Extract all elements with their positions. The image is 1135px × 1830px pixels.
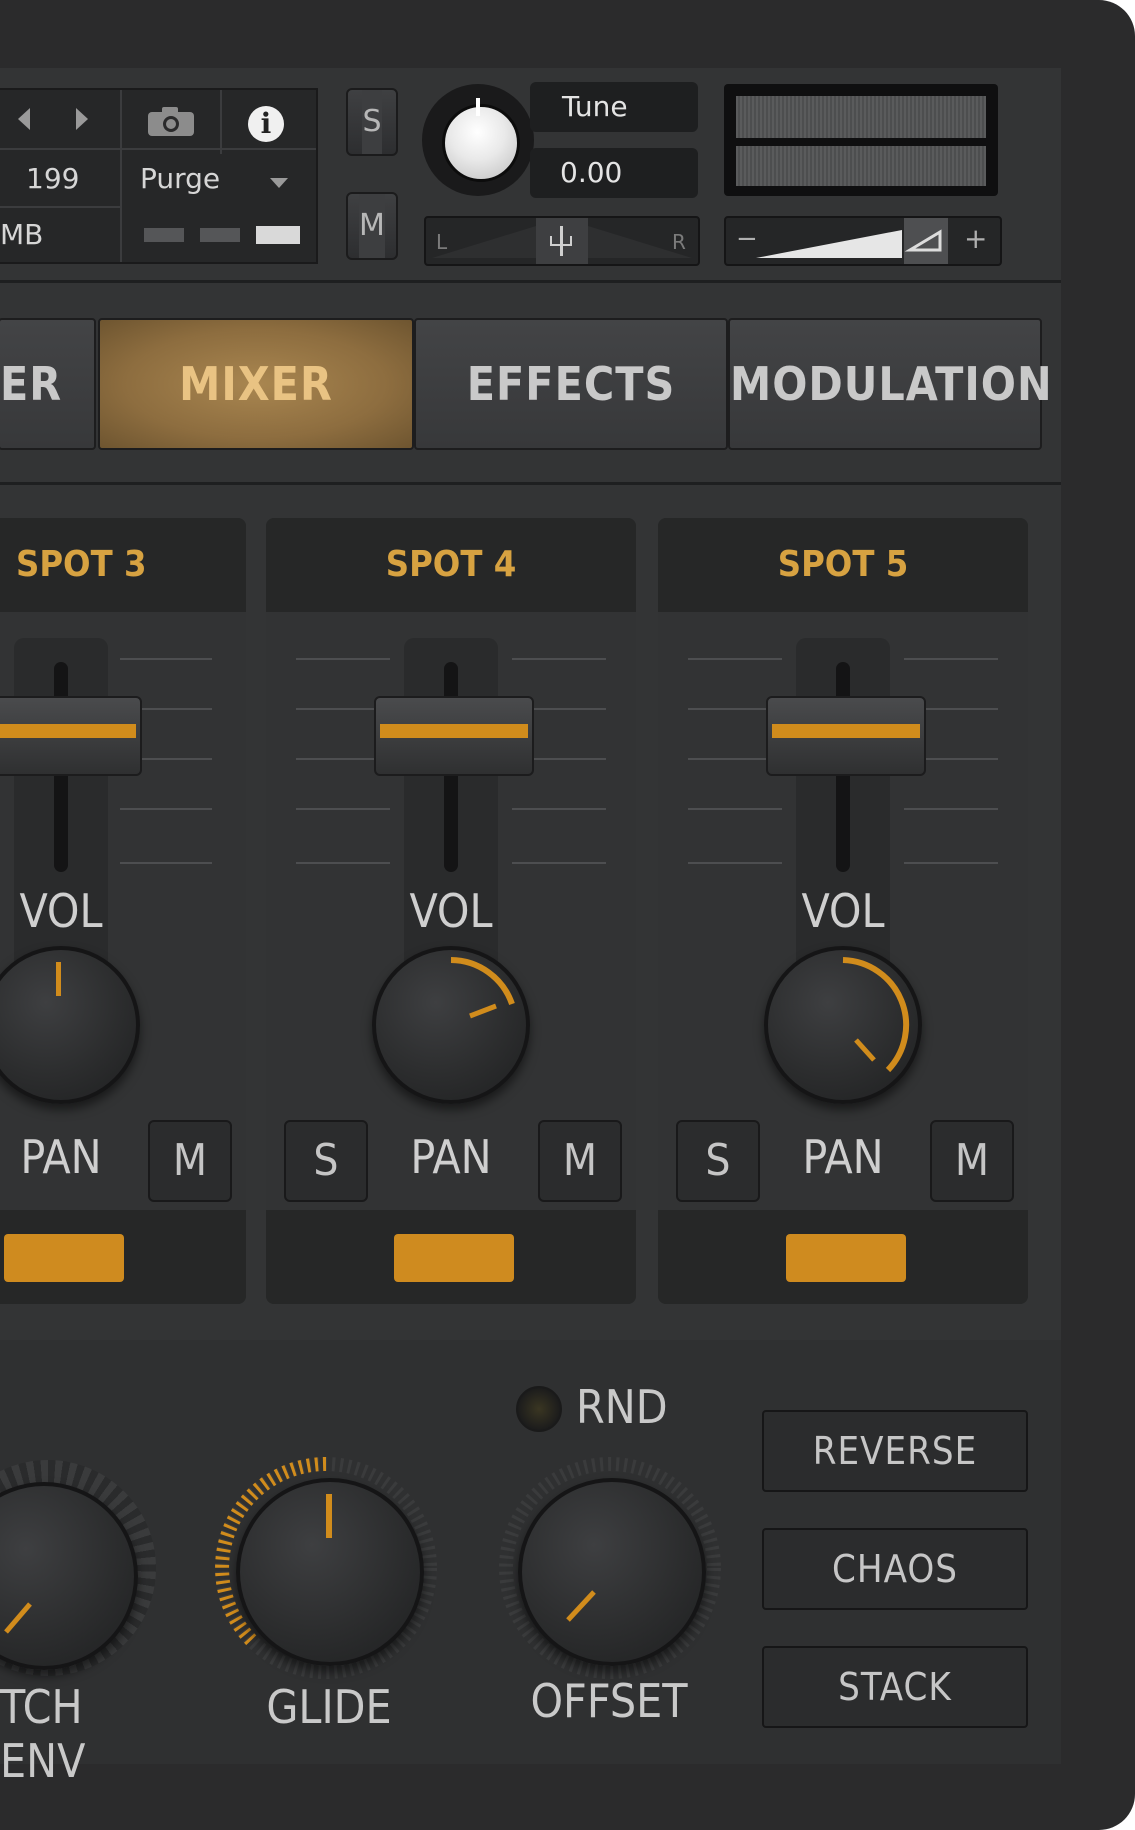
vol-label: VOL xyxy=(801,884,885,938)
mute-button[interactable]: M xyxy=(930,1120,1014,1202)
tune-knob-cap xyxy=(442,104,520,182)
tune-knob[interactable] xyxy=(422,84,534,196)
glide-label: GLIDE xyxy=(266,1680,392,1734)
tab-label: MODULATION xyxy=(730,357,1053,411)
pan-knob[interactable] xyxy=(372,946,530,1104)
volume-fader[interactable] xyxy=(766,696,926,776)
level-meter-right xyxy=(736,146,986,186)
mute-button[interactable]: M xyxy=(538,1120,622,1202)
meter-segment xyxy=(200,228,240,242)
chaos-button[interactable]: CHAOS xyxy=(762,1528,1028,1610)
volume-slider-handle[interactable] xyxy=(904,218,948,264)
divider xyxy=(120,90,122,262)
output-button[interactable] xyxy=(786,1234,906,1282)
offset-label: OFFSET xyxy=(530,1674,688,1728)
tab-mixer[interactable]: MIXER xyxy=(98,318,414,450)
counter-value: 199 xyxy=(26,162,80,195)
reverse-button[interactable]: REVERSE xyxy=(762,1410,1028,1492)
pan-left-label: L xyxy=(436,230,448,254)
tune-knob-indicator xyxy=(476,98,480,116)
pan-slider-handle[interactable] xyxy=(536,218,588,264)
glide-knob[interactable] xyxy=(236,1478,424,1666)
tune-value-field[interactable]: 0.00 xyxy=(530,148,698,198)
level-meter xyxy=(724,84,998,196)
pan-label: PAN xyxy=(802,1130,884,1184)
tune-label: Tune xyxy=(530,82,698,132)
solo-button[interactable]: S xyxy=(346,88,398,156)
tab-modulation[interactable]: MODULATION xyxy=(728,318,1052,450)
output-button[interactable] xyxy=(394,1234,514,1282)
next-arrow-icon[interactable] xyxy=(76,108,88,130)
vol-label: VOL xyxy=(19,884,103,938)
pan-label: PAN xyxy=(20,1130,102,1184)
memory-value: MB xyxy=(0,218,44,251)
divider xyxy=(0,206,122,208)
solo-button[interactable]: S xyxy=(676,1120,760,1202)
tab-label: ER xyxy=(0,357,63,411)
channel-strip-spot5: SPOT 5 VOL PAN S M xyxy=(658,518,1028,1304)
glide-knob-indicator xyxy=(326,1494,332,1538)
tab-label: EFFECTS xyxy=(466,357,676,411)
divider xyxy=(0,482,1061,485)
pan-slider[interactable]: L R xyxy=(424,216,700,266)
instrument-info-box: i 199 MB Purge xyxy=(0,88,318,264)
purge-dropdown[interactable]: Purge xyxy=(140,162,220,195)
vol-label: VOL xyxy=(409,884,493,938)
divider xyxy=(0,280,1061,283)
chevron-down-icon[interactable] xyxy=(270,178,288,188)
pan-knob-indicator xyxy=(56,962,61,996)
meter-segment xyxy=(144,228,184,242)
channel-title: SPOT 5 xyxy=(658,518,1028,612)
camera-icon[interactable] xyxy=(146,106,196,136)
tab-label: MIXER xyxy=(179,357,333,411)
mute-label: M xyxy=(359,194,385,258)
tab-effects[interactable]: EFFECTS xyxy=(414,318,728,450)
rnd-label: RND xyxy=(576,1380,668,1434)
meter-segment xyxy=(256,226,300,244)
rnd-led[interactable] xyxy=(516,1386,562,1432)
level-meter-left xyxy=(736,96,986,138)
volume-fader[interactable] xyxy=(374,696,534,776)
volume-slider[interactable]: − + xyxy=(724,216,1002,266)
instrument-panel: i 199 MB Purge S M Tune 0.00 L R − + ER … xyxy=(0,0,1135,1830)
channel-title: SPOT 3 xyxy=(0,518,246,612)
offset-knob[interactable] xyxy=(518,1478,706,1666)
pan-right-label: R xyxy=(672,230,686,254)
mute-button[interactable]: M xyxy=(346,192,398,260)
channel-strip-spot4: SPOT 4 VOL PAN S M xyxy=(266,518,636,1304)
divider xyxy=(220,90,222,154)
plus-icon[interactable]: + xyxy=(964,222,987,255)
mute-button[interactable]: M xyxy=(148,1120,232,1202)
pitch-env-knob[interactable] xyxy=(0,1482,138,1670)
output-button[interactable] xyxy=(4,1234,124,1282)
info-icon[interactable]: i xyxy=(248,106,284,142)
divider xyxy=(0,148,316,150)
pitch-env-label: TCH ENV xyxy=(0,1680,86,1788)
minus-icon[interactable]: − xyxy=(736,224,758,254)
previous-arrow-icon[interactable] xyxy=(18,108,30,130)
channel-strip-spot3: SPOT 3 VOL PAN M xyxy=(0,518,246,1304)
pan-label: PAN xyxy=(410,1130,492,1184)
channel-title: SPOT 4 xyxy=(266,518,636,612)
stack-button[interactable]: STACK xyxy=(762,1646,1028,1728)
tab-partial[interactable]: ER xyxy=(0,318,96,450)
pan-knob[interactable] xyxy=(764,946,922,1104)
volume-fader[interactable] xyxy=(0,696,142,776)
solo-label: S xyxy=(362,90,382,154)
solo-button[interactable]: S xyxy=(284,1120,368,1202)
